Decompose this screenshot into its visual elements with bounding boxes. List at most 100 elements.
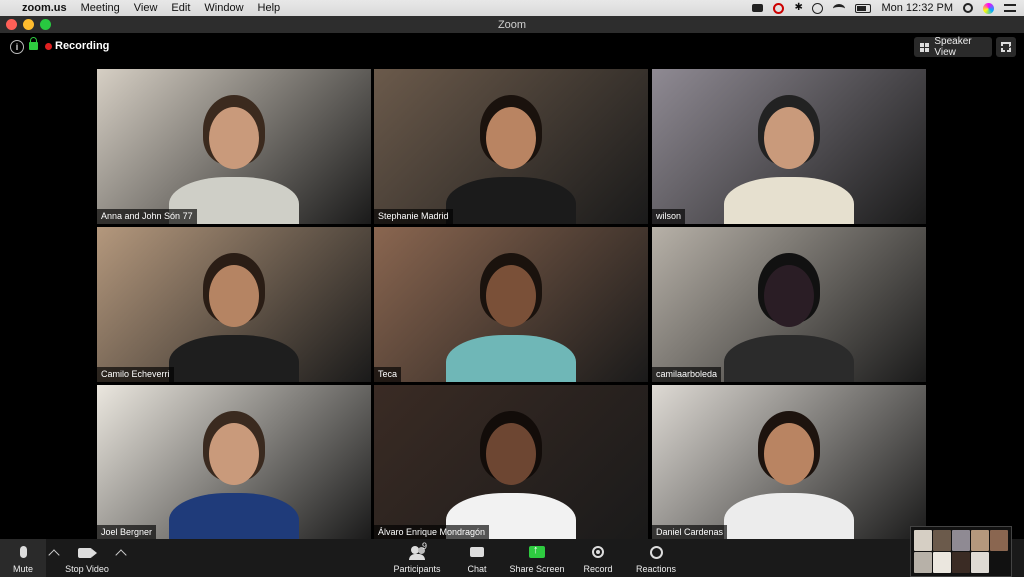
reactions-label: Reactions <box>635 564 677 574</box>
participant-face <box>486 107 536 169</box>
participant-face <box>209 107 259 169</box>
participant-tile[interactable]: Daniel Cardenas <box>652 385 926 540</box>
participant-tile[interactable]: Álvaro Enrique Mondragón <box>374 385 648 540</box>
reactions-smiley-icon <box>647 546 665 560</box>
minimize-window-button[interactable] <box>23 19 34 30</box>
speaker-view-label: Speaker View <box>934 36 972 58</box>
battery-icon[interactable] <box>855 3 872 13</box>
menu-meeting[interactable]: Meeting <box>81 2 120 14</box>
menubar-clock[interactable]: Mon 12:32 PM <box>881 2 953 14</box>
thumbnail-participant-cell <box>952 530 970 551</box>
participant-name-label: Daniel Cardenas <box>652 525 728 540</box>
participant-face <box>486 423 536 485</box>
participant-name-label: Teca <box>374 367 402 382</box>
menubar-status-area: ✱ Mon 12:32 PM <box>752 2 1016 14</box>
thumbnail-participant-cell <box>971 552 989 573</box>
participant-body <box>724 177 854 224</box>
participant-face <box>764 107 814 169</box>
bluetooth-icon[interactable]: ✱ <box>794 3 802 13</box>
notification-center-icon[interactable] <box>1004 4 1016 12</box>
timer-icon[interactable] <box>812 2 824 14</box>
participant-tile[interactable]: Teca <box>374 227 648 382</box>
window-title: Zoom <box>497 18 527 31</box>
participant-body <box>169 493 299 540</box>
share-screen-label: Share Screen <box>509 564 565 574</box>
close-window-button[interactable] <box>6 19 17 30</box>
participant-name-label: Joel Bergner <box>97 525 157 540</box>
encryption-lock-icon[interactable] <box>29 37 38 50</box>
chat-label: Chat <box>467 564 487 574</box>
participant-tile[interactable]: Joel Bergner <box>97 385 371 540</box>
participant-face <box>764 423 814 485</box>
participants-label: Participants <box>393 564 441 574</box>
participant-name-label: Stephanie Madrid <box>374 209 453 224</box>
participant-tile[interactable]: wilson <box>652 69 926 224</box>
participant-name-label: Camilo Echeverri <box>97 367 174 382</box>
thumbnail-participant-cell <box>933 552 951 573</box>
participant-body <box>724 335 854 382</box>
participant-tile[interactable]: Stephanie Madrid <box>374 69 648 224</box>
meeting-info-icon[interactable]: i <box>10 40 24 54</box>
record-button[interactable]: Record <box>580 539 616 577</box>
spotlight-search-icon[interactable] <box>963 3 973 13</box>
fullscreen-button[interactable] <box>996 37 1016 57</box>
thumbnail-participant-cell <box>990 530 1008 551</box>
audio-options-chevron-icon[interactable] <box>48 549 60 561</box>
participant-body <box>446 177 576 224</box>
menu-window[interactable]: Window <box>204 2 243 14</box>
menu-app-name[interactable]: zoom.us <box>22 2 67 14</box>
meeting-info-bar: i Recording <box>0 33 1024 61</box>
maximize-window-button[interactable] <box>40 19 51 30</box>
mute-label: Mute <box>12 564 33 574</box>
chat-bubble-icon <box>468 546 486 560</box>
participants-count-badge: 9 <box>422 541 428 551</box>
thumbnail-participant-cell <box>914 552 932 573</box>
siri-icon[interactable] <box>983 2 994 14</box>
record-icon <box>589 546 607 560</box>
screen-record-icon[interactable] <box>773 2 785 14</box>
mute-button[interactable]: Mute <box>0 539 46 577</box>
macos-menubar: zoom.us Meeting View Edit Window Help ✱ … <box>0 0 1024 16</box>
participant-name-label: camilaarboleda <box>652 367 722 382</box>
participants-button[interactable]: Participants 9 <box>392 539 442 577</box>
participant-face <box>209 423 259 485</box>
participant-name-label: wilson <box>652 209 686 224</box>
thumbnail-participant-cell <box>952 552 970 573</box>
menu-help[interactable]: Help <box>258 2 281 14</box>
participant-tile[interactable]: Camilo Echeverri <box>97 227 371 382</box>
grid-view-icon <box>920 42 930 52</box>
participant-body <box>446 335 576 382</box>
speaker-view-button[interactable]: Speaker View <box>914 36 992 58</box>
stop-video-button[interactable]: Stop Video <box>62 539 112 577</box>
recording-label[interactable]: Recording <box>55 40 109 52</box>
recording-dot-icon <box>45 43 52 50</box>
participant-body <box>724 493 854 540</box>
thumbnail-participant-cell <box>971 530 989 551</box>
share-screen-button[interactable]: Share Screen <box>508 539 566 577</box>
record-label: Record <box>583 564 613 574</box>
video-options-chevron-icon[interactable] <box>115 549 127 561</box>
window-controls <box>6 19 51 30</box>
participant-tile[interactable]: camilaarboleda <box>652 227 926 382</box>
self-view-thumbnail[interactable] <box>910 526 1012 577</box>
participant-face <box>209 265 259 327</box>
zoom-status-icon[interactable] <box>752 4 764 12</box>
thumbnail-participant-cell <box>933 530 951 551</box>
chat-button[interactable]: Chat <box>460 539 494 577</box>
stop-video-label: Stop Video <box>65 564 109 574</box>
menu-edit[interactable]: Edit <box>171 2 190 14</box>
thumbnail-participant-cell <box>914 530 932 551</box>
participant-name-label: Álvaro Enrique Mondragón <box>374 525 490 540</box>
meeting-toolbar: Mute Stop Video Participants 9 Chat Shar… <box>0 539 1024 577</box>
participant-face <box>486 265 536 327</box>
wifi-icon[interactable] <box>833 3 846 13</box>
reactions-button[interactable]: Reactions <box>634 539 678 577</box>
video-camera-icon <box>78 546 96 560</box>
participant-body <box>169 335 299 382</box>
participant-name-label: Anna and John Són 77 <box>97 209 197 224</box>
microphone-icon <box>14 546 32 560</box>
participant-tile[interactable]: Anna and John Són 77 <box>97 69 371 224</box>
share-screen-icon <box>528 544 546 560</box>
participant-face <box>764 265 814 327</box>
menu-view[interactable]: View <box>134 2 158 14</box>
